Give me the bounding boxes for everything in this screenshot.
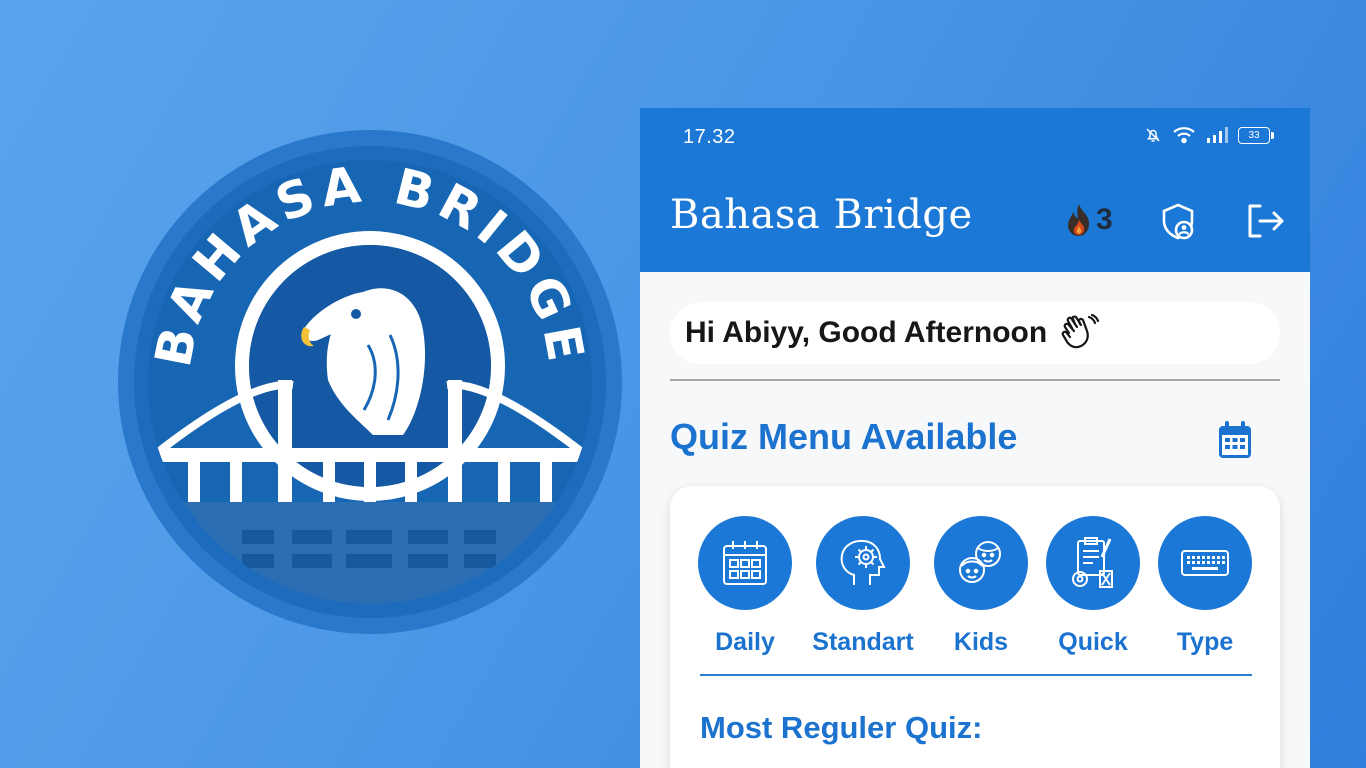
status-icons: 33 (1144, 126, 1274, 144)
bell-off-icon (1146, 128, 1160, 142)
greeting-text: Hi Abiyy, Good Afternoon (685, 316, 1048, 349)
app-title: Bahasa Bridge (670, 192, 973, 238)
greeting-banner: Hi Abiyy, Good Afternoon (670, 302, 1280, 364)
quiz-item-standart[interactable]: Standart (808, 516, 918, 657)
status-time: 17.32 (683, 126, 736, 148)
quiz-item-quick[interactable]: Quick (1038, 516, 1148, 657)
quiz-circle (698, 516, 792, 610)
quiz-item-kids[interactable]: Kids (926, 516, 1036, 657)
quiz-circle (816, 516, 910, 610)
quiz-label-kids: Kids (953, 628, 1009, 656)
logout-icon (1248, 204, 1284, 238)
logout-button[interactable] (1244, 200, 1286, 242)
clipboard-timer-icon (1072, 537, 1113, 588)
quiz-circle (1158, 516, 1252, 610)
streak-count: 3 (1096, 203, 1113, 236)
bahasa-bridge-logo: BAHASA BRIDGE (118, 130, 622, 634)
brain-gear-icon (840, 539, 886, 585)
quiz-circle (1046, 516, 1140, 610)
wifi-icon (1173, 127, 1195, 144)
quiz-label-daily: Daily (715, 628, 775, 656)
flame-icon (1068, 204, 1090, 236)
calendar-button[interactable] (1217, 420, 1253, 460)
quiz-menu-card: Daily Standart Kids Quick Type Most Regu… (670, 486, 1280, 768)
calendar-icon (1219, 421, 1251, 458)
shield-user-icon (1162, 203, 1194, 240)
daily-calendar-icon (723, 541, 767, 585)
quiz-item-daily[interactable]: Daily (690, 516, 800, 657)
signal-icon (1207, 127, 1228, 143)
quiz-label-type: Type (1176, 628, 1234, 656)
app-bar: Bahasa Bridge 3 (640, 166, 1310, 272)
most-regular-quiz-heading: Most Reguler Quiz: (700, 710, 983, 745)
streak-badge[interactable]: 3 (1064, 202, 1113, 238)
profile-shield-button[interactable] (1158, 202, 1198, 242)
quiz-label-standart: Standart (812, 628, 914, 656)
waving-hand-icon (1061, 313, 1100, 349)
quiz-label-quick: Quick (1058, 628, 1128, 656)
phone-screen: 17.32 33 Bahasa Bridge 3 Hi Abiyy, Good … (640, 108, 1310, 768)
kids-icon (959, 541, 1001, 583)
status-bar: 17.32 33 (640, 108, 1310, 166)
quiz-circle (934, 516, 1028, 610)
quiz-item-type[interactable]: Type (1150, 516, 1260, 657)
greeting-divider (670, 379, 1280, 381)
quiz-card-divider (700, 674, 1252, 676)
battery-icon: 33 (1238, 126, 1274, 144)
keyboard-icon (1181, 550, 1229, 576)
quiz-menu-heading: Quiz Menu Available (670, 416, 1018, 457)
